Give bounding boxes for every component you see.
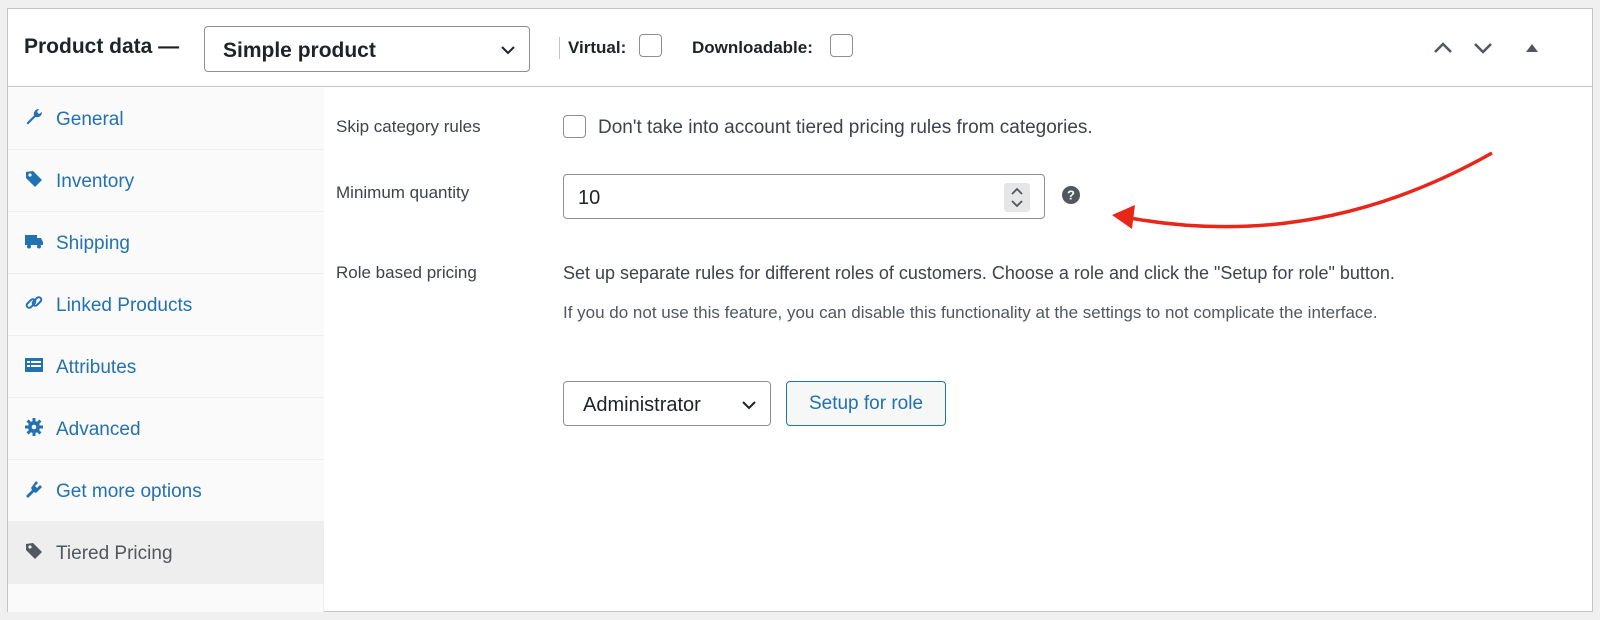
plug-icon — [26, 481, 42, 498]
skip-category-rules-label: Skip category rules — [336, 117, 481, 136]
setup-for-role-button[interactable]: Setup for role — [786, 381, 946, 426]
tab-get-more-options[interactable]: Get more options — [8, 460, 324, 522]
minimum-quantity-input[interactable]: 10 — [563, 174, 1045, 219]
product-data-tabs: General Inventory Shipping Linked Produc… — [8, 88, 324, 612]
tab-label: Inventory — [56, 171, 135, 192]
tab-general[interactable]: General — [8, 88, 324, 150]
wrench-icon — [26, 108, 43, 125]
downloadable-label: Downloadable: — [692, 38, 813, 57]
tab-label: Attributes — [56, 357, 137, 378]
role-based-pricing-description: Set up separate rules for different role… — [563, 263, 1395, 283]
product-type-value: Simple product — [223, 39, 376, 62]
tab-label: Shipping — [56, 233, 130, 254]
chevron-down-icon — [501, 46, 515, 55]
tab-label: Linked Products — [56, 295, 193, 316]
tab-linked-products[interactable]: Linked Products — [8, 274, 324, 336]
tab-inventory[interactable]: Inventory — [8, 150, 324, 212]
minimum-quantity-label: Minimum quantity — [336, 183, 470, 202]
chevron-down-icon — [742, 401, 756, 410]
collapse-triangle-icon[interactable] — [1521, 38, 1543, 58]
role-select[interactable]: Administrator — [563, 381, 771, 426]
role-based-pricing-label: Role based pricing — [336, 263, 477, 282]
product-data-header: Product data — Simple product Virtual: D… — [8, 9, 1592, 87]
chevron-down-icon[interactable] — [1472, 38, 1494, 58]
tab-label: Get more options — [56, 481, 202, 502]
chevron-up-icon[interactable] — [1432, 38, 1454, 58]
annotation-arrow-icon — [1112, 151, 1493, 229]
list-icon — [25, 358, 43, 372]
role-based-pricing-note: If you do not use this feature, you can … — [563, 303, 1378, 322]
tab-advanced[interactable]: Advanced — [8, 398, 324, 460]
gear-icon — [25, 418, 43, 436]
truck-icon — [25, 235, 43, 249]
skip-category-rules-description: Don't take into account tiered pricing r… — [598, 117, 1093, 138]
product-type-select[interactable]: Simple product — [204, 26, 530, 72]
downloadable-checkbox[interactable] — [830, 34, 853, 57]
link-icon — [25, 296, 43, 309]
header-divider — [559, 37, 560, 59]
tab-label: Advanced — [56, 419, 141, 440]
tab-tiered-pricing[interactable]: Tiered Pricing — [8, 522, 324, 584]
tab-attributes[interactable]: Attributes — [8, 336, 324, 398]
virtual-label: Virtual: — [568, 38, 627, 57]
virtual-checkbox[interactable] — [639, 34, 662, 57]
price-tag-icon — [26, 543, 42, 559]
tab-label: General — [56, 109, 124, 130]
skip-category-rules-checkbox[interactable] — [563, 115, 586, 138]
tag-icon — [26, 171, 42, 187]
svg-text:?: ? — [1067, 188, 1075, 203]
panel-title: Product data — — [24, 35, 180, 58]
number-stepper-icon[interactable] — [1004, 183, 1030, 212]
role-select-value: Administrator — [583, 394, 701, 416]
minimum-quantity-value: 10 — [578, 187, 601, 209]
tab-label: Tiered Pricing — [56, 543, 173, 564]
tab-shipping[interactable]: Shipping — [8, 212, 324, 274]
help-icon[interactable]: ? — [1062, 186, 1080, 204]
